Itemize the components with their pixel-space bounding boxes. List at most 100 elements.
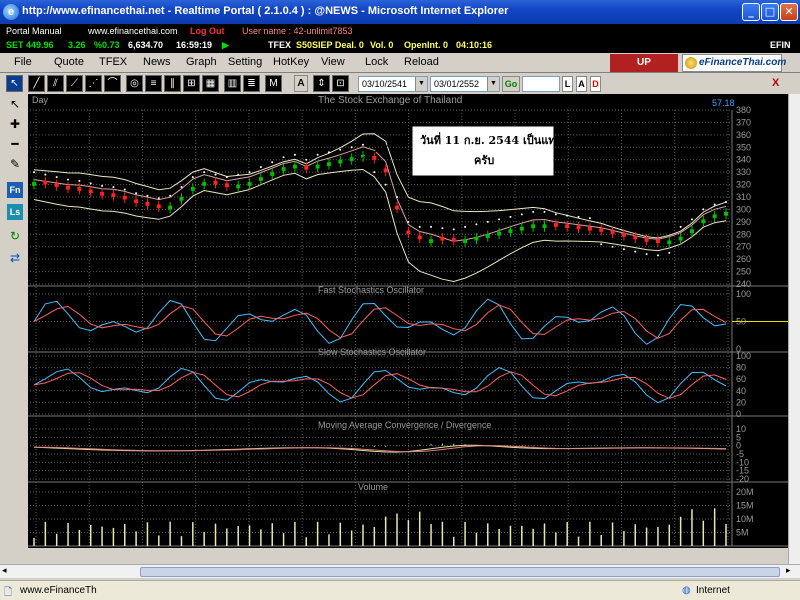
candle-body [599,228,604,232]
sar-dot [361,143,364,146]
ls-icon[interactable]: Ls [7,204,23,220]
date-to-select[interactable]: 03/01/2552 ▼ [430,76,500,92]
chart-area[interactable]: Day The Stock Exchange of Thailand 57.18 38… [16,94,800,562]
d-button[interactable]: D [590,76,601,92]
candle-body [247,182,252,186]
arc-tool-icon[interactable]: ⌒ [104,75,121,92]
sar-dot [622,248,625,251]
menu-news[interactable]: News [143,56,171,68]
pencil-icon[interactable]: ✎ [7,156,23,172]
site-link[interactable]: www.efinancethai.com [88,24,178,38]
a-button[interactable]: A [576,76,587,92]
parallel-tool-icon[interactable]: ⟋ [66,75,83,92]
macd-tick-label: -20 [736,474,749,484]
menu-tfex[interactable]: TFEX [99,56,127,68]
title-bar: e http://www.efinancethai.net - Realtime… [0,0,800,24]
menu-setting[interactable]: Setting [228,56,262,68]
go-button[interactable]: Go [502,76,520,92]
grid-tool-icon[interactable]: ▦ [202,75,219,92]
export-icon[interactable]: ⇄ [7,250,23,266]
candle-body [213,180,218,185]
minimize-button[interactable]: _ [742,3,760,21]
menu-file[interactable]: File [14,56,32,68]
chart-toolbar: ↖ ╱ ⫽ ⟋ ⋰ ⌒ ◎ ≡ ∥ ⊞ ▦ ▥ ≣ M A ⇕ ⊡ 03/10/… [0,74,800,94]
menu-hotkey[interactable]: HotKey [273,56,309,68]
scale-tool-icon[interactable]: ⇕ [313,75,330,92]
fan-tool-icon[interactable]: ⋰ [85,75,102,92]
candle-body [644,238,649,242]
price-tick-label: 370 [736,117,751,127]
ticker-bar: SET 449.96 3.26 %0.73 6,634.70 16:59:19 … [0,38,800,53]
gann-tool-icon[interactable]: ⊞ [183,75,200,92]
menu-graph[interactable]: Graph [186,56,217,68]
set-volume: 6,634.70 [128,40,164,50]
symbol-input[interactable] [522,76,560,92]
sar-dot [373,171,376,174]
candle-body [678,236,683,241]
candle-body [134,199,139,204]
m-tool-icon[interactable]: M [265,75,282,92]
sar-dot [169,194,172,197]
candle-body [497,231,502,236]
spiral-tool-icon[interactable]: ◎ [126,75,143,92]
hline-tool-icon[interactable]: ≣ [243,75,260,92]
zoom-tool-icon[interactable]: ⊡ [332,75,349,92]
candle-body [43,180,48,185]
cursor-tool-icon[interactable]: ↖ [6,75,23,92]
sar-dot [248,171,251,174]
logout-link[interactable]: Log Out [190,24,225,38]
scroll-right-icon[interactable]: ▸ [786,565,791,576]
close-window-button[interactable]: ✕ [780,3,798,21]
function-icon[interactable]: Fn [7,182,23,198]
trendline-tool-icon[interactable]: ╱ [28,75,45,92]
globe-icon: ◍ [682,585,691,596]
menu-bar: File Quote TFEX News Graph Setting HotKe… [0,53,800,73]
candle-body [236,184,241,189]
chart-svg[interactable]: Day The Stock Exchange of Thailand 57.1838… [16,94,800,562]
menu-reload[interactable]: Reload [404,56,439,68]
status-bar: 🗋 www.eFinanceTh ◍ Internet [0,580,800,600]
slow-stoch-tick-label: 0 [736,409,741,419]
play-icon[interactable]: ▶ [222,38,229,53]
sar-dot [123,188,126,191]
price-tick-label: 340 [736,155,751,165]
vertical-scrollbar[interactable] [788,94,800,564]
efinance-logo[interactable]: eFinanceThai.com [682,54,786,72]
maximize-button[interactable]: □ [761,3,779,21]
channel-tool-icon[interactable]: ⫽ [47,75,64,92]
candle-body [258,177,263,181]
horizontal-scrollbar[interactable]: ◂ ▸ [0,564,800,578]
volume-tick-label: 15M [736,501,754,511]
banner-logo[interactable]: UP [610,54,678,72]
sar-dot [180,186,183,189]
candle-body [712,214,717,219]
portal-manual-link[interactable]: Portal Manual [6,24,62,38]
menu-quote[interactable]: Quote [54,56,84,68]
arrow-icon[interactable]: ↖ [7,96,23,112]
slow-stoch-tick-label: 100 [736,351,751,361]
text-tool-icon[interactable]: A [294,75,308,92]
candle-body [429,239,434,243]
cycle-tool-icon[interactable]: ∥ [164,75,181,92]
date-from-select[interactable]: 03/10/2541 ▼ [358,76,428,92]
bar-tool-icon[interactable]: ▥ [224,75,241,92]
minus-icon[interactable]: ━ [7,136,23,152]
sar-dot [418,225,421,228]
menu-lock[interactable]: Lock [365,56,388,68]
scroll-left-icon[interactable]: ◂ [2,565,7,576]
refresh-icon[interactable]: ↻ [7,228,23,244]
sar-dot [713,203,716,206]
crosshair-icon[interactable]: ✚ [7,116,23,132]
price-tick-label: 260 [736,254,751,264]
scroll-thumb[interactable] [140,567,780,577]
candle-body [156,204,161,209]
close-chart-icon[interactable]: X [772,77,779,89]
sar-dot [339,148,342,151]
fibo-tool-icon[interactable]: ≡ [145,75,162,92]
menu-view[interactable]: View [321,56,345,68]
sar-dot [464,225,467,228]
l-button[interactable]: L [562,76,573,92]
window-title: http://www.efinancethai.net - Realtime P… [22,5,509,17]
price-tick-label: 380 [736,105,751,115]
tfex-openint: OpenInt. 0 [404,40,449,50]
